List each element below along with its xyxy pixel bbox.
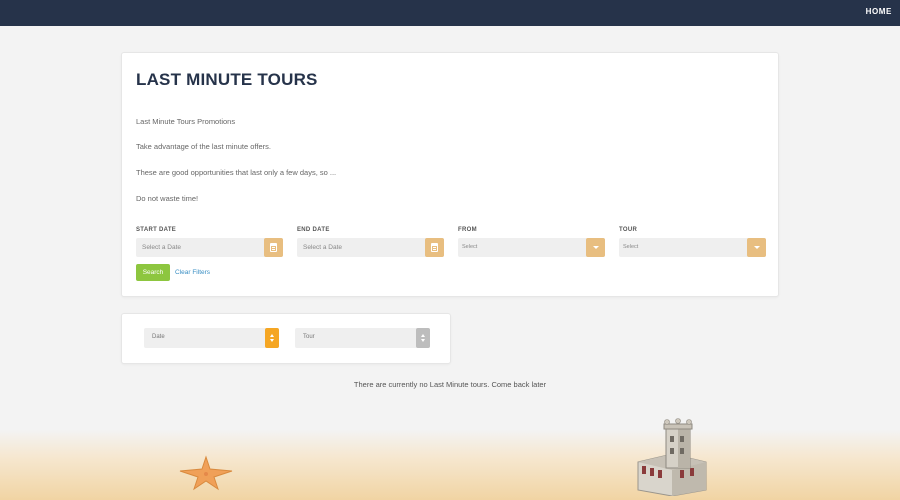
- promo-text: These are good opportunities that last o…: [136, 168, 337, 177]
- end-date-picker-button[interactable]: [425, 238, 444, 257]
- sand-background: [0, 430, 900, 500]
- starfish-decoration: [179, 455, 233, 491]
- calendar-icon: [270, 243, 277, 252]
- chevron-down-icon: [592, 246, 599, 249]
- empty-results-message: There are currently no Last Minute tours…: [353, 380, 547, 389]
- sort-tour-value: Tour: [303, 334, 315, 340]
- end-date-field[interactable]: Select a Date: [297, 238, 444, 257]
- sort-by-tour-select[interactable]: Tour: [295, 328, 430, 348]
- clear-filters-link[interactable]: Clear Filters: [175, 269, 210, 276]
- end-date-label: END DATE: [297, 227, 330, 233]
- last-minute-panel: LAST MINUTE TOURS Last Minute Tours Prom…: [121, 52, 779, 297]
- start-date-field[interactable]: Select a Date: [136, 238, 283, 257]
- end-date-placeholder: Select a Date: [303, 244, 343, 251]
- sort-date-stepper[interactable]: [265, 328, 279, 348]
- promo-text: Do not waste time!: [136, 194, 199, 203]
- chevron-down-icon: [270, 339, 274, 342]
- page-title: LAST MINUTE TOURS: [136, 70, 318, 89]
- tour-label: TOUR: [619, 227, 638, 233]
- sort-date-value: Date: [152, 334, 165, 340]
- from-select-value: Select: [462, 244, 478, 250]
- tour-select[interactable]: Select: [619, 238, 766, 257]
- from-label: FROM: [458, 227, 477, 233]
- chevron-down-icon: [753, 246, 760, 249]
- chevron-up-icon: [421, 334, 425, 337]
- search-button[interactable]: Search: [136, 264, 170, 281]
- promo-text: Last Minute Tours Promotions: [136, 117, 236, 126]
- start-date-placeholder: Select a Date: [142, 244, 182, 251]
- tour-select-toggle[interactable]: [747, 238, 766, 257]
- from-select[interactable]: Select: [458, 238, 605, 257]
- sort-panel: Date Tour: [121, 313, 451, 364]
- start-date-label: START DATE: [136, 227, 177, 233]
- from-select-toggle[interactable]: [586, 238, 605, 257]
- calendar-icon: [431, 243, 438, 252]
- sort-by-date-select[interactable]: Date: [144, 328, 279, 348]
- tour-select-value: Select: [623, 244, 639, 250]
- sort-tour-stepper[interactable]: [416, 328, 430, 348]
- nav-home-link[interactable]: HOME: [866, 7, 892, 16]
- chevron-up-icon: [270, 334, 274, 337]
- belem-tower-decoration: [637, 418, 707, 496]
- start-date-picker-button[interactable]: [264, 238, 283, 257]
- top-navbar: HOME: [0, 0, 900, 26]
- chevron-down-icon: [421, 339, 425, 342]
- promo-text: Take advantage of the last minute offers…: [136, 142, 271, 151]
